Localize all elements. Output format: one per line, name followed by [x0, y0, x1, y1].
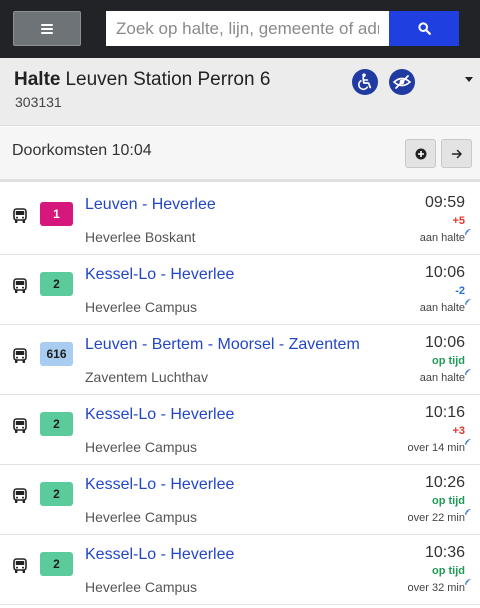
route-link[interactable]: Kessel-Lo - Heverlee — [85, 546, 234, 564]
destination-label: Zaventem Luchthav — [85, 369, 208, 385]
stop-header: Halte Leuven Station Perron 6 303131 — [0, 58, 480, 126]
chevron-down-icon[interactable] — [465, 77, 473, 82]
search-button[interactable] — [389, 11, 459, 46]
stop-id: 303131 — [15, 94, 62, 110]
wheelchair-icon — [352, 69, 378, 95]
bus-icon — [13, 348, 27, 363]
line-number-badge: 2 — [40, 482, 73, 506]
visually-impaired-icon — [389, 69, 415, 95]
stop-label: Halte — [14, 69, 61, 90]
delay-indicator: op tijd — [432, 495, 465, 507]
departure-time: 10:26 — [424, 474, 465, 491]
bus-icon — [13, 418, 27, 433]
bus-icon — [13, 558, 27, 573]
bus-icon — [13, 208, 27, 223]
route-link[interactable]: Kessel-Lo - Heverlee — [85, 266, 234, 284]
destination-label: Heverlee Campus — [85, 579, 198, 595]
realtime-icon — [465, 509, 471, 515]
next-button[interactable] — [441, 139, 472, 168]
delay-indicator: -2 — [455, 285, 465, 297]
search-icon — [417, 22, 431, 35]
route-link[interactable]: Kessel-Lo - Heverlee — [85, 476, 234, 494]
line-number-badge: 2 — [40, 552, 73, 576]
status-label: aan halte — [419, 232, 465, 244]
hamburger-icon — [41, 23, 53, 34]
route-link[interactable]: Leuven - Bertem - Moorsel - Zaventem — [85, 336, 360, 354]
status-label: over 14 min — [407, 442, 465, 454]
route-link[interactable]: Kessel-Lo - Heverlee — [85, 406, 234, 424]
bus-icon — [13, 278, 27, 293]
line-number-badge: 616 — [40, 342, 73, 366]
departure-row[interactable]: 2 Kessel-Lo - Heverlee Heverlee Campus 1… — [0, 535, 480, 605]
departure-row[interactable]: 2 Kessel-Lo - Heverlee Heverlee Campus 1… — [0, 255, 480, 325]
delay-indicator: +3 — [452, 425, 465, 437]
menu-button[interactable] — [13, 11, 81, 46]
departure-row[interactable]: 2 Kessel-Lo - Heverlee Heverlee Campus 1… — [0, 465, 480, 535]
passages-header: Doorkomsten 10:04 — [0, 127, 480, 182]
realtime-icon — [465, 229, 471, 235]
bus-icon — [13, 488, 27, 503]
departure-row[interactable]: 616 Leuven - Bertem - Moorsel - Zaventem… — [0, 325, 480, 395]
status-label: over 22 min — [407, 512, 465, 524]
status-label: over 32 min — [407, 582, 465, 594]
line-number-badge: 2 — [40, 412, 73, 436]
delay-indicator: op tijd — [432, 565, 465, 577]
realtime-icon — [465, 439, 471, 445]
passages-title: Doorkomsten 10:04 — [12, 142, 152, 159]
realtime-icon — [465, 369, 471, 375]
realtime-icon — [465, 299, 471, 305]
destination-label: Heverlee Campus — [85, 509, 198, 525]
departure-time: 10:36 — [424, 544, 465, 561]
delay-indicator: op tijd — [432, 355, 465, 367]
delay-indicator: +5 — [452, 215, 465, 227]
realtime-icon — [465, 579, 471, 585]
departure-time: 10:06 — [424, 264, 465, 281]
departure-time: 09:59 — [424, 194, 465, 211]
stop-name: Leuven Station Perron 6 — [65, 69, 271, 90]
departure-row[interactable]: 1 Leuven - Heverlee Heverlee Boskant 09:… — [0, 185, 480, 255]
status-label: aan halte — [419, 372, 465, 384]
departure-time: 10:06 — [424, 334, 465, 351]
destination-label: Heverlee Boskant — [85, 229, 196, 245]
destination-label: Heverlee Campus — [85, 299, 198, 315]
status-label: aan halte — [419, 302, 465, 314]
add-button[interactable] — [405, 139, 436, 168]
route-link[interactable]: Leuven - Heverlee — [85, 196, 216, 214]
plus-circle-icon — [415, 148, 426, 159]
departure-row[interactable]: 2 Kessel-Lo - Heverlee Heverlee Campus 1… — [0, 395, 480, 465]
stop-title: Halte Leuven Station Perron 6 — [14, 69, 270, 91]
destination-label: Heverlee Campus — [85, 439, 198, 455]
search-input[interactable] — [106, 11, 389, 46]
arrow-right-icon — [451, 149, 462, 158]
top-navigation-bar — [0, 0, 480, 58]
line-number-badge: 2 — [40, 272, 73, 296]
departure-time: 10:16 — [424, 404, 465, 421]
line-number-badge: 1 — [40, 202, 73, 226]
